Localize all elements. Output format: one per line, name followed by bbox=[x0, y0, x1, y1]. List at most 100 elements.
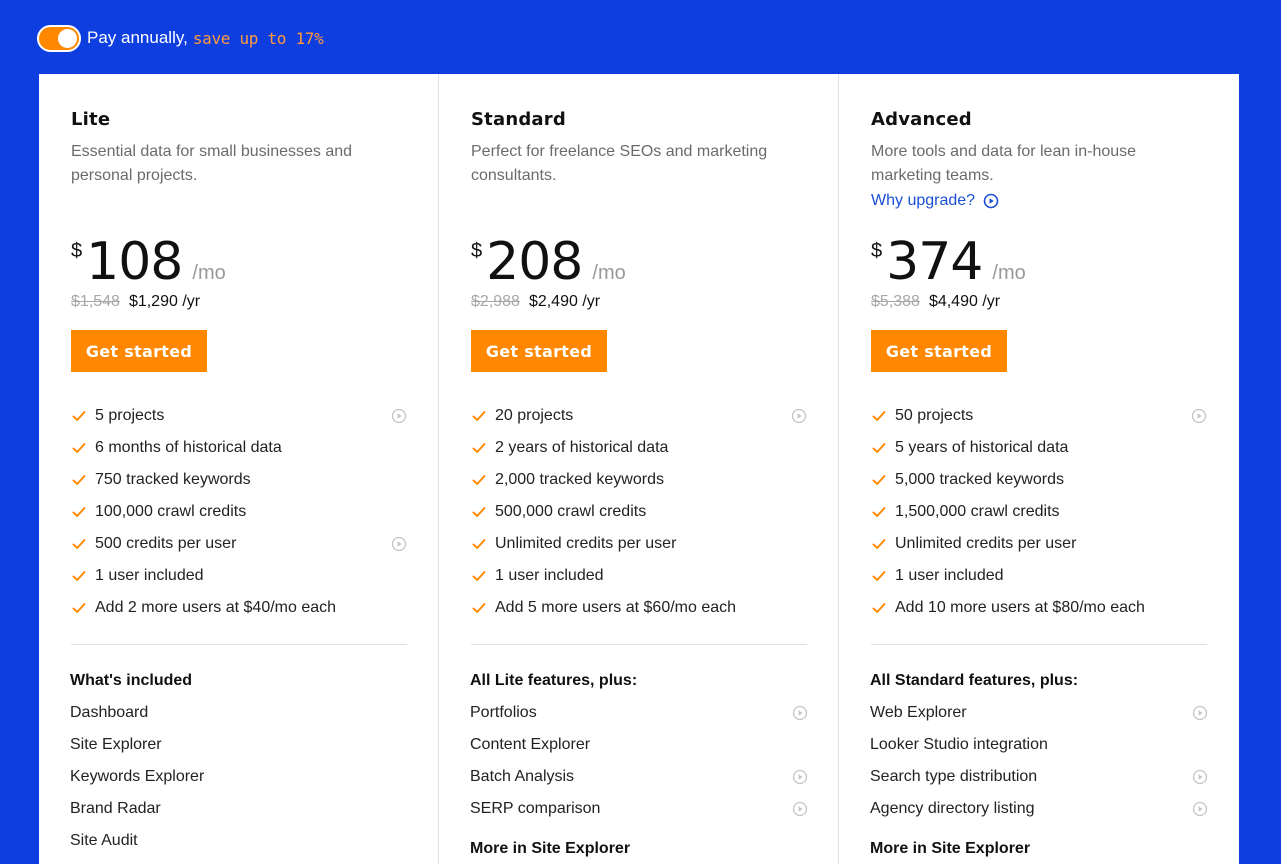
feature-text: Unlimited credits per user bbox=[895, 535, 1077, 552]
check-icon bbox=[871, 440, 895, 456]
video-play-icon[interactable] bbox=[1191, 408, 1207, 429]
price-period: /mo bbox=[992, 262, 1026, 284]
check-icon bbox=[871, 600, 895, 616]
video-play-icon[interactable] bbox=[792, 801, 808, 822]
feature-list: 50 projects 5 years of historical data 5,0… bbox=[871, 400, 1207, 624]
included-text: Keywords Explorer bbox=[70, 768, 205, 785]
plan-description: More tools and data for lean in-house ma… bbox=[871, 143, 1137, 184]
included-item: Brand Radar bbox=[70, 793, 408, 825]
included-text: Dashboard bbox=[70, 704, 149, 721]
included-text: Agency directory listing bbox=[870, 800, 1035, 817]
feature-text: Unlimited credits per user bbox=[495, 535, 677, 552]
check-icon bbox=[471, 440, 495, 456]
divider bbox=[471, 644, 807, 645]
price-period: /mo bbox=[192, 262, 226, 284]
check-icon bbox=[71, 504, 95, 520]
feature-item: 750 tracked keywords bbox=[71, 464, 407, 496]
video-play-icon[interactable] bbox=[391, 408, 407, 429]
feature-text: 2 years of historical data bbox=[495, 439, 669, 456]
annual-billing-toggle[interactable] bbox=[37, 24, 81, 52]
included-list: Dashboard Site Explorer Keywords Explorer B… bbox=[70, 697, 408, 857]
feature-item: 1 user included bbox=[871, 560, 1207, 592]
video-play-icon[interactable] bbox=[1192, 769, 1208, 790]
included-list: Web Explorer Looker Studio integration Sea… bbox=[870, 697, 1208, 825]
check-icon bbox=[71, 472, 95, 488]
included-item: Looker Studio integration bbox=[870, 729, 1208, 761]
currency-symbol: $ bbox=[71, 240, 83, 262]
price: $ 374 /mo bbox=[871, 232, 1026, 292]
included-text: Portfolios bbox=[470, 704, 537, 721]
feature-item: 20 projects bbox=[471, 400, 807, 432]
price: $ 108 /mo bbox=[71, 232, 226, 292]
feature-text: 5 projects bbox=[95, 407, 165, 424]
divider bbox=[71, 644, 407, 645]
toggle-knob bbox=[58, 28, 77, 48]
feature-text: 500,000 crawl credits bbox=[495, 503, 647, 520]
plan-name: Lite bbox=[71, 109, 111, 130]
check-icon bbox=[471, 408, 495, 424]
feature-text: 6 months of historical data bbox=[95, 439, 282, 456]
feature-text: 750 tracked keywords bbox=[95, 471, 251, 488]
feature-item: 100,000 crawl credits bbox=[71, 496, 407, 528]
feature-item: 1,500,000 crawl credits bbox=[871, 496, 1207, 528]
included-heading: All Standard features, plus: bbox=[870, 672, 1079, 689]
feature-item: 6 months of historical data bbox=[71, 432, 407, 464]
feature-text: 1 user included bbox=[95, 567, 204, 584]
yearly-price: $2,988 $2,490 /yr bbox=[471, 293, 600, 311]
included-heading: All Lite features, plus: bbox=[470, 672, 638, 689]
feature-item: 2 years of historical data bbox=[471, 432, 807, 464]
video-play-icon[interactable] bbox=[792, 769, 808, 790]
video-play-icon[interactable] bbox=[791, 408, 807, 429]
feature-item: Add 2 more users at $40/mo each bbox=[71, 592, 407, 624]
feature-item: Unlimited credits per user bbox=[871, 528, 1207, 560]
billing-toggle-row: Pay annually, save up to 17% bbox=[37, 24, 324, 52]
feature-item: 5,000 tracked keywords bbox=[871, 464, 1207, 496]
get-started-button[interactable]: Get started bbox=[871, 330, 1007, 372]
included-item: Keywords Explorer bbox=[70, 761, 408, 793]
included-text: Search type distribution bbox=[870, 768, 1038, 785]
price-amount: 208 bbox=[486, 232, 583, 292]
discounted-yearly-price: $2,490 /yr bbox=[528, 293, 601, 310]
play-circle-icon bbox=[983, 193, 999, 209]
discounted-yearly-price: $1,290 /yr bbox=[128, 293, 201, 310]
get-started-button[interactable]: Get started bbox=[471, 330, 607, 372]
feature-list: 20 projects 2 years of historical data 2,0… bbox=[471, 400, 807, 624]
included-text: SERP comparison bbox=[470, 800, 601, 817]
included-item: Site Audit bbox=[70, 825, 408, 857]
check-icon bbox=[871, 472, 895, 488]
included-text: Content Explorer bbox=[470, 736, 591, 753]
feature-item: 500 credits per user bbox=[71, 528, 407, 560]
check-icon bbox=[871, 504, 895, 520]
feature-item: Add 10 more users at $80/mo each bbox=[871, 592, 1207, 624]
video-play-icon[interactable] bbox=[1192, 801, 1208, 822]
price-period: /mo bbox=[592, 262, 626, 284]
check-icon bbox=[471, 600, 495, 616]
included-item: Portfolios bbox=[470, 697, 808, 729]
currency-symbol: $ bbox=[471, 240, 483, 262]
pricing-cards: Lite Essential data for small businesses… bbox=[39, 74, 1239, 864]
feature-text: 500 credits per user bbox=[95, 535, 237, 552]
included-heading: What's included bbox=[70, 672, 193, 689]
included-text: Batch Analysis bbox=[470, 768, 575, 785]
feature-item: 500,000 crawl credits bbox=[471, 496, 807, 528]
price-amount: 108 bbox=[86, 232, 183, 292]
price-amount: 374 bbox=[886, 232, 983, 292]
feature-text: 1 user included bbox=[895, 567, 1004, 584]
included-item: SERP comparison bbox=[470, 793, 808, 825]
yearly-price: $1,548 $1,290 /yr bbox=[71, 293, 200, 311]
included-item: Search type distribution bbox=[870, 761, 1208, 793]
feature-text: 1,500,000 crawl credits bbox=[895, 503, 1060, 520]
video-play-icon[interactable] bbox=[792, 705, 808, 726]
divider bbox=[871, 644, 1207, 645]
check-icon bbox=[871, 536, 895, 552]
why-upgrade-link[interactable]: Why upgrade? bbox=[871, 192, 999, 210]
feature-text: 2,000 tracked keywords bbox=[495, 471, 664, 488]
included-text: Looker Studio integration bbox=[870, 736, 1048, 753]
check-icon bbox=[471, 504, 495, 520]
feature-text: 5,000 tracked keywords bbox=[895, 471, 1064, 488]
get-started-button[interactable]: Get started bbox=[71, 330, 207, 372]
video-play-icon[interactable] bbox=[1192, 705, 1208, 726]
video-play-icon[interactable] bbox=[391, 536, 407, 557]
check-icon bbox=[871, 408, 895, 424]
feature-list: 5 projects 6 months of historical data 750… bbox=[71, 400, 407, 624]
